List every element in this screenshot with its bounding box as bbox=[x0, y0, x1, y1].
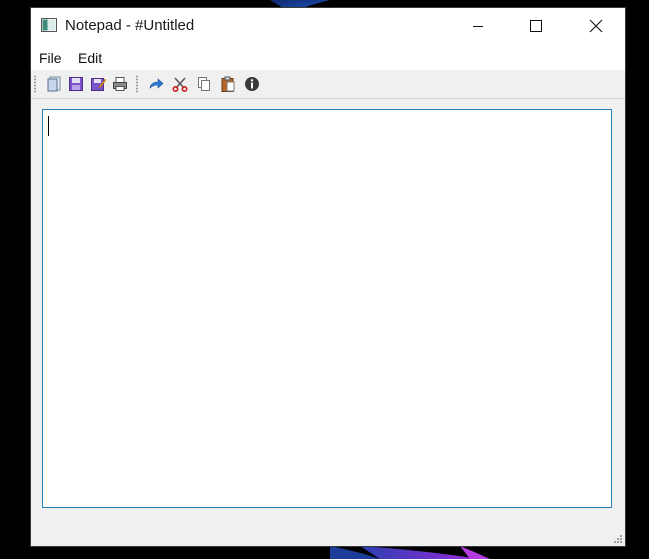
window-title: Notepad - #Untitled bbox=[65, 17, 195, 34]
resize-grip-icon[interactable] bbox=[613, 534, 623, 544]
redo-arrow-icon bbox=[149, 78, 164, 89]
paste-button[interactable] bbox=[219, 75, 237, 93]
redo-button[interactable] bbox=[147, 75, 165, 93]
printer-icon bbox=[113, 77, 127, 91]
title-bar[interactable]: Notepad - #Untitled bbox=[31, 8, 625, 44]
save-button[interactable] bbox=[67, 75, 85, 93]
save-as-button[interactable] bbox=[89, 75, 107, 93]
new-file-button[interactable] bbox=[45, 75, 63, 93]
maximize-button[interactable] bbox=[507, 8, 565, 44]
scissors-icon bbox=[172, 77, 188, 92]
about-button[interactable] bbox=[243, 75, 261, 93]
notepad-window: Notepad - #Untitled File Edit bbox=[31, 8, 625, 546]
menu-edit[interactable]: Edit bbox=[78, 50, 102, 66]
save-as-icon bbox=[91, 78, 106, 91]
notepad-app-icon bbox=[41, 18, 57, 32]
maximize-icon bbox=[530, 20, 542, 32]
save-icon bbox=[69, 77, 83, 91]
minimize-icon bbox=[473, 26, 483, 27]
toolbar-separator bbox=[136, 75, 138, 93]
info-icon bbox=[245, 77, 259, 91]
text-caret bbox=[48, 116, 49, 136]
close-button[interactable] bbox=[567, 8, 625, 44]
copy-button[interactable] bbox=[195, 75, 213, 93]
status-bar bbox=[31, 517, 625, 546]
clipboard-icon bbox=[221, 76, 235, 92]
toolbar-grip[interactable] bbox=[34, 75, 36, 93]
copy-icon bbox=[198, 77, 210, 91]
toolbar bbox=[31, 70, 625, 99]
menu-file[interactable]: File bbox=[39, 50, 62, 66]
minimize-button[interactable] bbox=[449, 8, 507, 44]
desktop: Notepad - #Untitled File Edit bbox=[0, 0, 649, 559]
print-button[interactable] bbox=[111, 75, 129, 93]
new-document-icon bbox=[47, 76, 61, 92]
menu-bar: File Edit bbox=[31, 44, 625, 70]
text-editor[interactable] bbox=[42, 109, 612, 508]
cut-button[interactable] bbox=[171, 75, 189, 93]
close-icon bbox=[589, 19, 603, 33]
